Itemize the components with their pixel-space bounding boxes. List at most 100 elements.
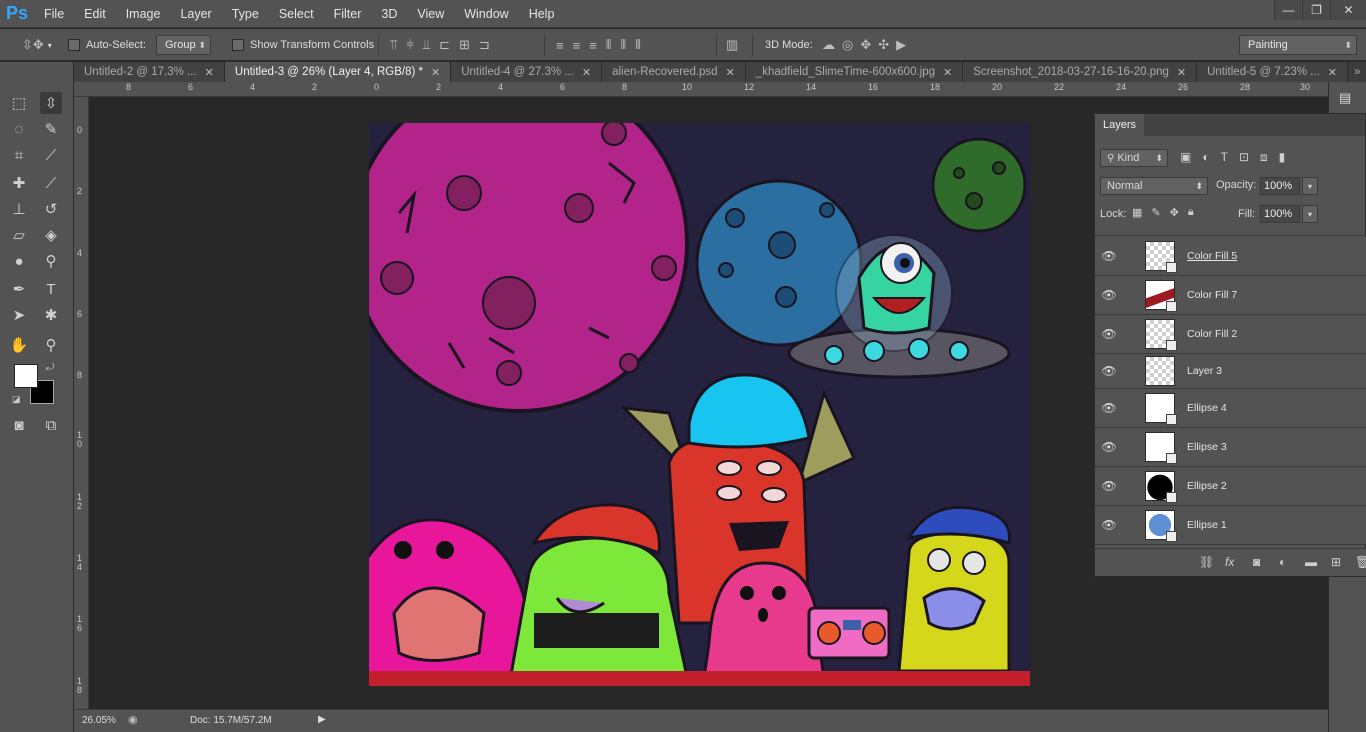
minimize-button[interactable]: —: [1274, 0, 1302, 20]
align-top-icon[interactable]: ⫪: [390, 37, 397, 53]
filter-type-icon[interactable]: T: [1221, 150, 1228, 165]
custom-shape-tool-icon[interactable]: ✱: [40, 304, 62, 326]
close-icon[interactable]: ✕: [726, 66, 735, 79]
paint-bucket-icon[interactable]: ◈: [40, 224, 62, 246]
link-layers-icon[interactable]: ⛓: [1199, 555, 1214, 569]
new-group-icon[interactable]: ▬: [1305, 555, 1317, 569]
close-window-button[interactable]: ✕: [1330, 0, 1366, 20]
orbit-icon[interactable]: ☁: [822, 37, 835, 53]
close-icon[interactable]: ✕: [582, 66, 591, 79]
layer-row[interactable]: 👁︎ Ellipse 4: [1095, 389, 1366, 428]
align-left-icon[interactable]: ⊏: [439, 37, 450, 53]
delete-layer-icon[interactable]: 🗑︎: [1355, 555, 1366, 569]
fill-input[interactable]: 100%: [1260, 205, 1300, 223]
history-brush-icon[interactable]: ↺: [40, 198, 62, 220]
align-bottom-icon[interactable]: ⫫: [423, 37, 430, 53]
lock-position-icon[interactable]: ✥: [1170, 206, 1179, 219]
tab-untitled-4[interactable]: Untitled-4 @ 27.3% ... ✕: [451, 62, 603, 82]
swap-colors-icon[interactable]: ⤾: [46, 362, 54, 373]
eye-icon[interactable]: 👁︎: [1095, 401, 1123, 415]
menu-image[interactable]: Image: [116, 0, 171, 28]
menu-layer[interactable]: Layer: [170, 0, 221, 28]
pen-tool-icon[interactable]: ✒: [8, 278, 30, 300]
zoom-tool-icon[interactable]: ⚲: [40, 334, 62, 356]
filter-shape-icon[interactable]: ⊡: [1239, 150, 1249, 165]
filter-toggle-icon[interactable]: ▮: [1279, 150, 1286, 165]
opacity-slider-button[interactable]: ▾: [1302, 177, 1318, 195]
marquee-tool-icon[interactable]: ⬚: [8, 92, 30, 114]
workspace-dropdown[interactable]: Painting: [1239, 35, 1357, 55]
eye-icon[interactable]: 👁︎: [1095, 479, 1123, 493]
move-tool-preset-button[interactable]: ⇳✥ ▾: [22, 29, 52, 61]
distribute-left-icon[interactable]: ⦀: [606, 37, 612, 53]
roll-icon[interactable]: ◎: [842, 37, 853, 53]
tab-screenshot[interactable]: Screenshot_2018-03-27-16-16-20.png ✕: [963, 62, 1198, 82]
show-transform-checkbox[interactable]: [232, 39, 244, 51]
move-tool-icon[interactable]: ⇳: [40, 92, 62, 114]
menu-filter[interactable]: Filter: [324, 0, 372, 28]
properties-panel-icon[interactable]: ▤: [1339, 90, 1351, 106]
distribute-top-icon[interactable]: ≡: [556, 38, 564, 53]
hand-tool-icon[interactable]: ✋: [8, 334, 30, 356]
camera-icon[interactable]: ▶: [896, 37, 906, 53]
eye-icon[interactable]: 👁︎: [1095, 518, 1123, 532]
adjustment-layer-icon[interactable]: ◐: [1279, 555, 1286, 569]
close-icon[interactable]: ✕: [1328, 66, 1337, 79]
auto-select-dropdown[interactable]: Group: [156, 35, 211, 55]
menu-edit[interactable]: Edit: [74, 0, 116, 28]
opacity-input[interactable]: 100%: [1260, 177, 1300, 195]
quick-select-tool-icon[interactable]: ✎: [40, 118, 62, 140]
tab-untitled-3[interactable]: Untitled-3 @ 26% (Layer 4, RGB/8) * ✕: [224, 62, 452, 82]
filter-smart-object-icon[interactable]: ⧈: [1260, 150, 1268, 165]
filter-kind-dropdown[interactable]: ⚲ Kind ⬍: [1100, 149, 1168, 167]
eye-icon[interactable]: 👁︎: [1095, 249, 1123, 263]
default-colors-icon[interactable]: ◪: [12, 394, 21, 405]
menu-help[interactable]: Help: [519, 0, 565, 28]
layer-row[interactable]: 👁︎ Layer 3: [1095, 354, 1366, 389]
menu-type[interactable]: Type: [222, 0, 269, 28]
new-layer-icon[interactable]: ⊞: [1331, 555, 1341, 569]
layer-row[interactable]: 👁︎ Ellipse 2: [1095, 467, 1366, 506]
close-icon[interactable]: ✕: [943, 66, 952, 79]
dodge-tool-icon[interactable]: ⚲: [40, 250, 62, 272]
align-right-icon[interactable]: ⊐: [479, 37, 490, 53]
pan-icon[interactable]: ✥: [860, 37, 871, 53]
menu-view[interactable]: View: [407, 0, 454, 28]
filter-pixel-icon[interactable]: ▣: [1180, 150, 1191, 165]
distribute-hcenter-icon[interactable]: ⦀: [621, 37, 627, 53]
blur-tool-icon[interactable]: ●: [8, 250, 30, 272]
crop-tool-icon[interactable]: ⌗: [8, 144, 30, 166]
slide-icon[interactable]: ✣: [878, 37, 889, 53]
add-mask-icon[interactable]: ◙: [1253, 555, 1260, 569]
eye-icon[interactable]: 👁︎: [1095, 440, 1123, 454]
tab-overflow-button[interactable]: »: [1347, 62, 1366, 82]
status-menu-arrow-icon[interactable]: ▶: [318, 714, 326, 725]
layer-row[interactable]: 👁︎ Ellipse 3: [1095, 428, 1366, 467]
distribute-right-icon[interactable]: ⦀: [635, 37, 641, 53]
brush-tool-icon[interactable]: ⟋: [40, 172, 62, 194]
layer-row[interactable]: 👁︎ Ellipse 1: [1095, 506, 1366, 545]
path-select-tool-icon[interactable]: ➤: [8, 304, 30, 326]
distribute-vcenter-icon[interactable]: ≡: [573, 38, 581, 53]
zoom-level[interactable]: 26.05%: [82, 715, 116, 726]
fill-slider-button[interactable]: ▾: [1302, 205, 1318, 223]
close-icon[interactable]: ✕: [431, 66, 440, 79]
tab-untitled-5[interactable]: Untitled-5 @ 7.23% ... ✕: [1197, 62, 1348, 82]
distribute-bottom-icon[interactable]: ≡: [589, 38, 597, 53]
lock-image-icon[interactable]: ✎: [1151, 206, 1160, 219]
menu-file[interactable]: File: [34, 0, 74, 28]
layer-row[interactable]: 👁︎ Color Fill 7: [1095, 276, 1366, 315]
lock-all-icon[interactable]: 🔒︎: [1188, 206, 1194, 219]
foreground-color-swatch[interactable]: [14, 364, 38, 388]
document-canvas[interactable]: [369, 123, 1030, 686]
tab-untitled-2[interactable]: Untitled-2 @ 17.3% ... ✕: [74, 62, 225, 82]
clone-stamp-icon[interactable]: ⊥: [8, 198, 30, 220]
tab-layers[interactable]: Layers: [1095, 114, 1145, 136]
type-tool-icon[interactable]: T: [40, 278, 62, 300]
menu-window[interactable]: Window: [454, 0, 518, 28]
quick-mask-icon[interactable]: ◙: [8, 414, 30, 436]
healing-brush-icon[interactable]: ✚: [8, 172, 30, 194]
layer-row[interactable]: 👁︎ Color Fill 2: [1095, 315, 1366, 354]
eye-icon[interactable]: 👁︎: [1095, 327, 1123, 341]
lasso-tool-icon[interactable]: ◌: [8, 118, 30, 140]
